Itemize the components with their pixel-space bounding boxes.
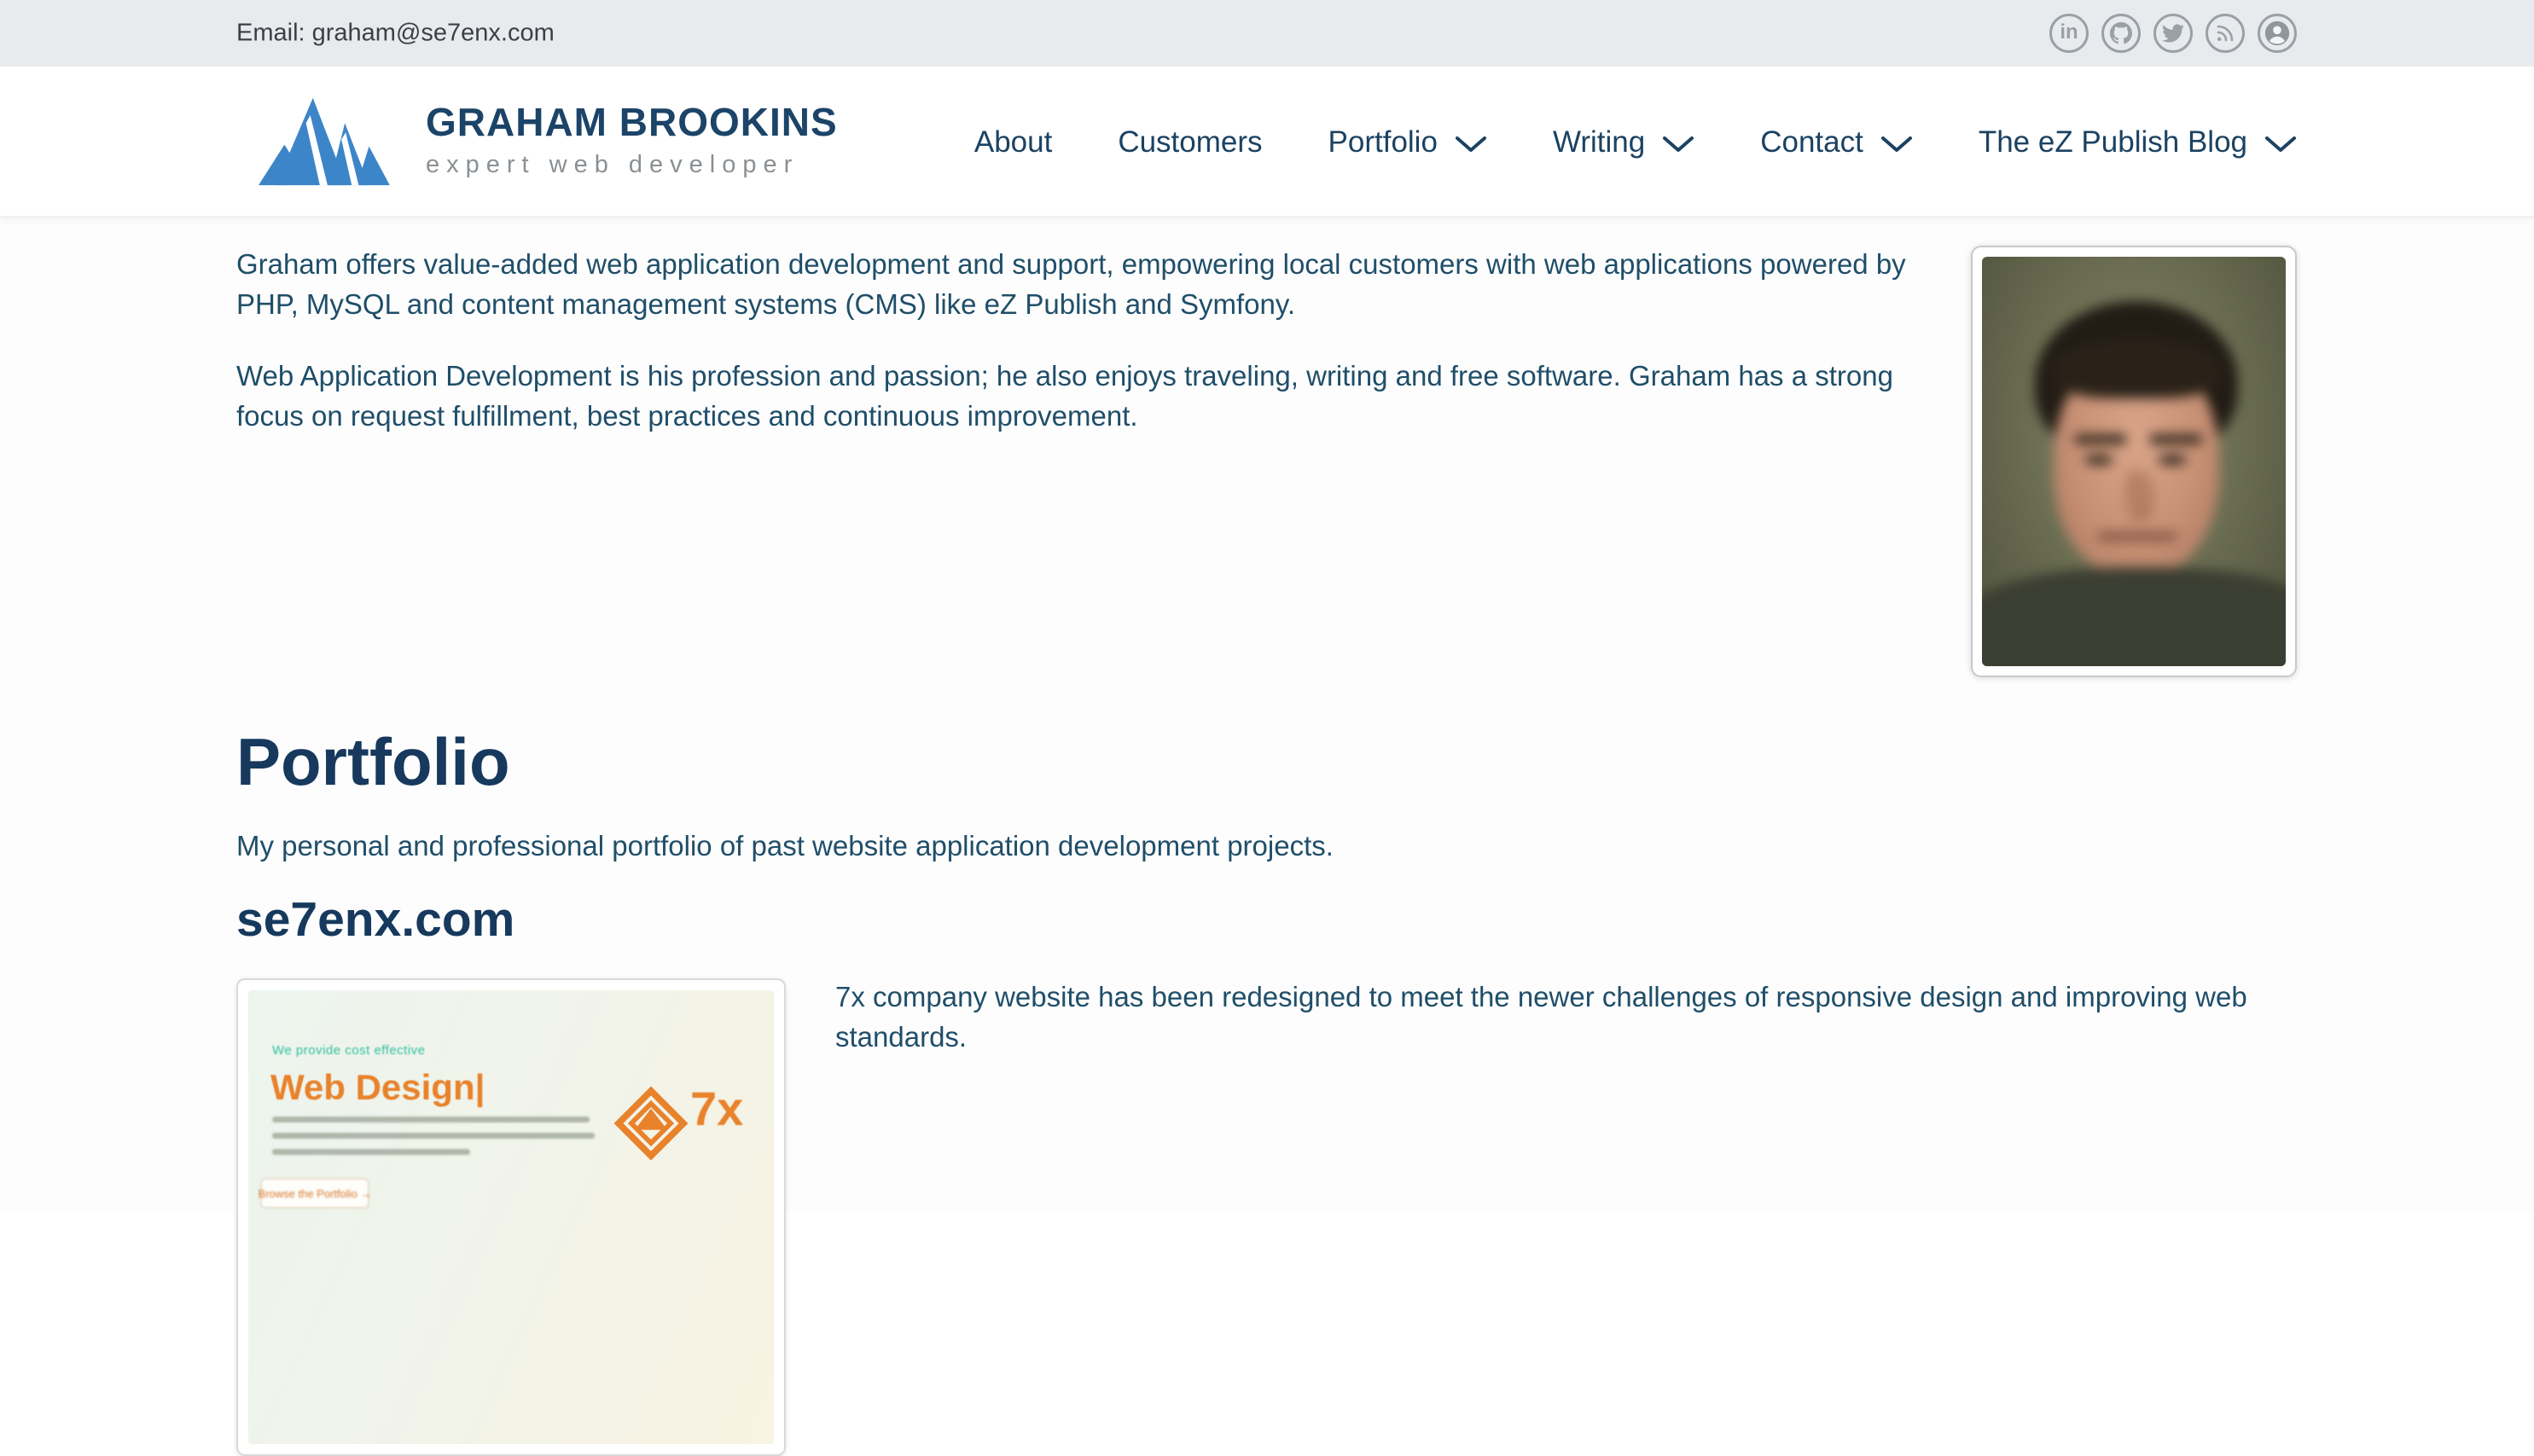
thumb-eyebrow-text: We provide cost effective bbox=[272, 1043, 426, 1058]
thumbnail-preview: We provide cost effective Web Design| Br… bbox=[248, 990, 774, 1444]
portfolio-subtitle: My personal and professional portfolio o… bbox=[236, 826, 2028, 866]
chevron-down-icon bbox=[1662, 136, 1694, 154]
project-title: se7enx.com bbox=[236, 891, 514, 948]
nav-item-contact[interactable]: Contact bbox=[1760, 125, 1913, 160]
thumb-body-text bbox=[272, 1117, 595, 1165]
thumb-text-line bbox=[272, 1133, 595, 1139]
brand-logo[interactable]: GRAHAM BROOKINS expert web developer bbox=[259, 94, 838, 186]
portrait-photo bbox=[1982, 257, 2286, 666]
thumb-logo-text: 7x bbox=[690, 1081, 743, 1136]
site-header: GRAHAM BROOKINS expert web developer Abo… bbox=[0, 67, 2534, 218]
mountain-logo-icon bbox=[259, 94, 405, 186]
nav-item-customers[interactable]: Customers bbox=[1118, 125, 1262, 160]
chevron-down-icon bbox=[1880, 136, 1913, 154]
project-thumbnail[interactable]: We provide cost effective Web Design| Br… bbox=[236, 978, 786, 1456]
project-description: 7x company website has been redesigned t… bbox=[835, 977, 2286, 1057]
intro-paragraph-2: Web Application Development is his profe… bbox=[236, 356, 1960, 436]
profile-icon[interactable] bbox=[2258, 14, 2297, 53]
rss-icon[interactable] bbox=[2206, 14, 2245, 53]
topbar: Email: graham@se7enx.com in bbox=[0, 0, 2534, 67]
intro-paragraph-1: Graham offers value-added web applicatio… bbox=[236, 244, 1960, 324]
portrait-frame bbox=[1971, 246, 2297, 677]
nav-item-ez-publish-blog[interactable]: The eZ Publish Blog bbox=[1979, 125, 2297, 160]
linkedin-icon[interactable]: in bbox=[2049, 14, 2089, 53]
thumb-headline-text: Web Design| bbox=[270, 1067, 485, 1108]
nav-item-writing[interactable]: Writing bbox=[1553, 125, 1694, 160]
chevron-down-icon bbox=[2264, 136, 2297, 154]
github-icon[interactable] bbox=[2101, 14, 2141, 53]
email-text: Email: graham@se7enx.com bbox=[236, 20, 555, 48]
page-title: Portfolio bbox=[236, 723, 510, 801]
thumb-cta-button: Browse the Portfolio → bbox=[260, 1178, 369, 1209]
brand-name: GRAHAM BROOKINS bbox=[426, 101, 838, 144]
main-nav: About Customers Portfolio Writing Contac… bbox=[974, 67, 2297, 218]
nav-item-about[interactable]: About bbox=[974, 125, 1052, 160]
page: Email: graham@se7enx.com in bbox=[0, 0, 2534, 1213]
thumb-text-line bbox=[272, 1149, 470, 1155]
chevron-down-icon bbox=[1455, 136, 1487, 154]
thumb-text-line bbox=[272, 1117, 590, 1122]
social-links: in bbox=[2049, 14, 2297, 53]
brand-tagline: expert web developer bbox=[426, 151, 838, 179]
twitter-icon[interactable] bbox=[2153, 14, 2193, 53]
7x-diamond-logo-icon bbox=[610, 1082, 692, 1164]
nav-item-portfolio[interactable]: Portfolio bbox=[1328, 125, 1487, 160]
